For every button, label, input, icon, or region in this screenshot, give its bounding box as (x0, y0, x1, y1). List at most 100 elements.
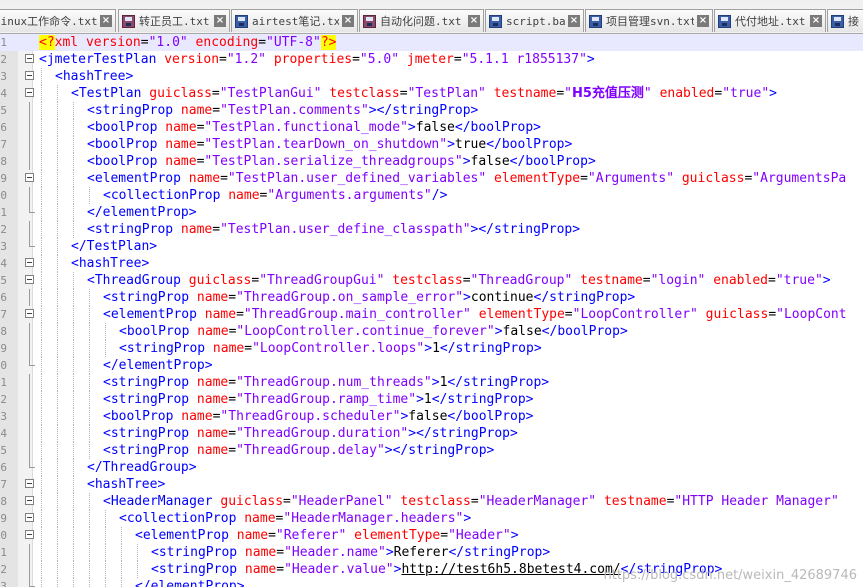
tab-0[interactable]: linux工作命令.txt × (0, 9, 116, 32)
token-attr: jmeter (399, 52, 454, 67)
fold-toggle-icon[interactable] (25, 173, 34, 182)
close-tab-icon[interactable]: × (468, 15, 480, 27)
close-tab-icon[interactable]: × (100, 15, 112, 27)
tab-7[interactable]: 接 (827, 9, 863, 32)
fold-toggle-icon[interactable] (25, 309, 34, 318)
indent-guide (41, 357, 42, 374)
tab-label: linux工作命令.txt (0, 15, 97, 28)
token-val: "Header" (448, 528, 511, 543)
code-line[interactable]: 6 <stringProp name="ThreadGroup.on_sample… (0, 289, 863, 306)
code-line[interactable]: 0 <elementProp name="Referer" elementType… (0, 527, 863, 544)
code-line[interactable]: 6 </ThreadGroup> (0, 459, 863, 476)
code-line[interactable]: 7 <elementProp name="ThreadGroup.main_con… (0, 306, 863, 323)
code-text-area[interactable]: 1 <?xml version="1.0" encoding="UTF-8"?> 2… (0, 34, 863, 587)
code-line[interactable]: 8 <boolProp name="LoopController.continue… (0, 323, 863, 340)
code-line[interactable]: 1 </elementProp> (0, 204, 863, 221)
code-line[interactable]: 2 <stringProp name="TestPlan.user_define_… (0, 221, 863, 238)
code-line[interactable]: 9 <elementProp name="TestPlan.user_define… (0, 170, 863, 187)
token-attr: name (189, 290, 229, 305)
indent-guide (57, 102, 58, 119)
close-tab-icon[interactable]: × (810, 15, 822, 27)
close-tab-icon[interactable]: × (342, 15, 354, 27)
code-line[interactable]: 1 <stringProp name="ThreadGroup.num_threa… (0, 374, 863, 391)
code-line[interactable]: 7 <boolProp name="TestPlan.tearDown_on_sh… (0, 136, 863, 153)
indent-guide (73, 391, 74, 408)
tab-4[interactable]: script.bat× (485, 9, 584, 32)
tab-label: 自动化问题.txt (380, 15, 462, 28)
tab-1[interactable]: 转正员工.txt × (118, 9, 230, 32)
token-tag: <elementProp (103, 307, 197, 322)
code-content: </ThreadGroup> (87, 459, 197, 476)
code-line[interactable]: 4 <TestPlan guiclass="TestPlanGui" testcl… (0, 85, 863, 102)
token-text: = (228, 443, 237, 458)
fold-toggle-icon[interactable] (25, 88, 34, 97)
saved-file-icon (235, 14, 248, 28)
fold-toggle-icon[interactable] (25, 530, 34, 539)
code-line[interactable]: 4 <hashTree> (0, 255, 863, 272)
fold-toggle-icon[interactable] (25, 496, 34, 505)
code-line[interactable]: 7 <hashTree> (0, 476, 863, 493)
token-attr: properties (266, 52, 353, 67)
code-content: <boolProp name="LoopController.continue_… (119, 323, 628, 340)
code-line[interactable]: 9 <stringProp name="LoopController.loops"… (0, 340, 863, 357)
indent-guide (73, 442, 74, 459)
token-tag: > (431, 375, 440, 390)
code-line[interactable]: 0 </elementProp> (0, 357, 863, 374)
token-tag: </boolProp> (541, 324, 628, 339)
saved-file-icon (489, 14, 502, 28)
fold-toggle-icon[interactable] (25, 258, 34, 267)
code-line[interactable]: 0 <collectionProp name="Arguments.argumen… (0, 187, 863, 204)
tab-5[interactable]: 项目管理svn.txt × (585, 9, 713, 32)
line-number: 6 (0, 461, 7, 474)
code-editor[interactable]: 1 <?xml version="1.0" encoding="UTF-8"?> 2… (0, 34, 863, 587)
indent-guide (121, 527, 122, 544)
tab-6[interactable]: 代付地址.txt × (714, 9, 826, 32)
code-line[interactable]: 5 <stringProp name="TestPlan.comments"></… (0, 102, 863, 119)
code-line[interactable]: 2 <jmeterTestPlan version="1.2" propertie… (0, 51, 863, 68)
indent-guide (41, 391, 42, 408)
token-tag: </boolProp> (447, 409, 534, 424)
token-tag: <stringProp (151, 562, 238, 577)
close-tab-icon[interactable]: × (568, 15, 580, 27)
token-text: true (454, 137, 487, 152)
token-attr: testclass (392, 494, 471, 509)
indent-guide (73, 578, 74, 587)
fold-toggle-icon[interactable] (25, 275, 34, 284)
code-line[interactable]: 3 </TestPlan> (0, 238, 863, 255)
tab-2[interactable]: airtest笔记.txt × (231, 9, 358, 32)
code-line[interactable]: 4 <stringProp name="ThreadGroup.duration"… (0, 425, 863, 442)
code-line[interactable]: 5 <ThreadGroup guiclass = "ThreadGroupGui" … (0, 272, 863, 289)
tab-3[interactable]: 自动化问题.txt × (359, 9, 484, 32)
token-tag: <stringProp (103, 443, 190, 458)
indent-guide (121, 544, 122, 561)
indent-guide (89, 510, 90, 527)
indent-guide (73, 153, 74, 170)
token-text: = (140, 35, 149, 50)
code-line[interactable]: 1 <?xml version="1.0" encoding="UTF-8"?> (0, 34, 863, 51)
token-attr: testclass (321, 86, 400, 101)
code-line[interactable]: 8 <boolProp name="TestPlan.serialize_thre… (0, 153, 863, 170)
token-tag: </boolProp> (454, 120, 541, 135)
code-line[interactable]: 6 <boolProp name="TestPlan.functional_mod… (0, 119, 863, 136)
token-pi-name: xml (54, 35, 79, 50)
fold-toggle-icon[interactable] (25, 54, 34, 63)
code-line[interactable]: 5 <stringProp name="ThreadGroup.delay"></… (0, 442, 863, 459)
line-number: 5 (0, 104, 7, 117)
code-line[interactable]: 1 <stringProp name="Header.name">Referer<… (0, 544, 863, 561)
code-line[interactable]: 9 <collectionProp name="HeaderManager.hea… (0, 510, 863, 527)
token-val: "ThreadGroup.num_threads" (236, 375, 432, 390)
code-line[interactable]: 8 <HeaderManager guiclass="HeaderPanel" t… (0, 493, 863, 510)
code-content: <stringProp name="TestPlan.comments"></s… (87, 102, 478, 119)
fold-toggle-icon[interactable] (25, 71, 34, 80)
code-line[interactable]: 3 <boolProp name="ThreadGroup.scheduler">… (0, 408, 863, 425)
indent-guide (57, 272, 58, 289)
code-content: </elementProp> (103, 357, 213, 374)
code-line[interactable]: 2 <stringProp name="ThreadGroup.ramp_time… (0, 391, 863, 408)
close-tab-icon[interactable]: × (214, 15, 226, 27)
indent-guide (41, 510, 42, 527)
fold-toggle-icon[interactable] (25, 513, 34, 522)
code-line[interactable]: 3 <hashTree> (0, 68, 863, 85)
fold-toggle-icon[interactable] (25, 479, 34, 488)
close-tab-icon[interactable]: × (697, 15, 709, 27)
indent-guide (89, 340, 90, 357)
